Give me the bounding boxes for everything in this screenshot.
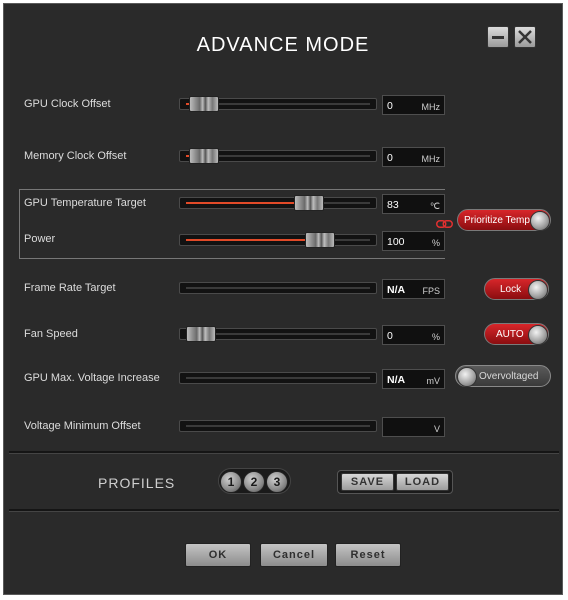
gpu-voltage-slider [179, 372, 377, 384]
close-button[interactable] [514, 26, 536, 48]
gpu-clock-slider[interactable] [179, 96, 377, 112]
memory-clock-value: 0 [387, 152, 393, 164]
save-button[interactable]: SAVE [341, 473, 394, 491]
auto-label: AUTO [496, 329, 524, 340]
overvoltaged-toggle[interactable]: Overvoltaged [455, 365, 551, 387]
cancel-button[interactable]: Cancel [260, 543, 328, 567]
gpu-temp-value-field[interactable]: 83 ℃ [382, 194, 445, 214]
minimize-button[interactable] [487, 26, 509, 48]
power-value-field[interactable]: 100 % [382, 231, 445, 251]
link-icon[interactable] [436, 220, 453, 228]
gpu-voltage-label: GPU Max. Voltage Increase [24, 372, 160, 384]
reset-button[interactable]: Reset [335, 543, 401, 567]
auto-fan-toggle[interactable]: AUTO [484, 323, 549, 345]
fan-speed-label: Fan Speed [24, 328, 78, 340]
voltage-min-track [186, 425, 370, 427]
power-slider[interactable] [179, 232, 377, 248]
gpu-temp-slider[interactable] [179, 195, 377, 211]
fan-speed-thumb[interactable] [186, 326, 216, 342]
gpu-voltage-unit: mV [426, 376, 441, 386]
gpu-clock-thumb[interactable] [189, 96, 219, 112]
ok-button[interactable]: OK [185, 543, 251, 567]
save-load-group: SAVE LOAD [337, 470, 453, 494]
memory-clock-label: Memory Clock Offset [24, 150, 127, 162]
memory-clock-unit: MHz [421, 154, 441, 164]
fan-speed-slider[interactable] [179, 326, 377, 342]
frame-rate-value: N/A [387, 284, 406, 296]
temp-power-link-bracket-bottom [19, 258, 445, 259]
power-fill [186, 239, 309, 241]
fan-speed-value: 0 [387, 330, 393, 342]
frame-rate-slider [179, 282, 377, 294]
fan-speed-value-field[interactable]: 0 % [382, 325, 445, 345]
gpu-clock-label: GPU Clock Offset [24, 98, 111, 110]
window-title: ADVANCE MODE [196, 34, 370, 56]
voltage-min-value-field[interactable]: V [382, 417, 445, 437]
gpu-voltage-value-field[interactable]: N/A mV [382, 369, 445, 389]
prioritize-temp-toggle[interactable]: Prioritize Temp. [457, 209, 551, 231]
profiles-label: PROFILES [98, 475, 176, 491]
power-label: Power [24, 233, 56, 245]
memory-clock-slider[interactable] [179, 148, 377, 164]
frame-rate-track [186, 287, 370, 289]
overvoltaged-label: Overvoltaged [479, 371, 539, 382]
gpu-clock-value: 0 [387, 100, 393, 112]
fan-speed-unit: % [431, 332, 440, 342]
profile-slot-2-button[interactable]: 2 [243, 471, 265, 493]
voltage-min-unit: V [433, 424, 440, 434]
prioritize-temp-label: Prioritize Temp. [464, 215, 533, 226]
lock-label: Lock [500, 284, 522, 295]
power-value: 100 [387, 236, 405, 248]
prioritize-temp-knob [530, 211, 550, 231]
gpu-clock-value-field[interactable]: 0 MHz [382, 95, 445, 115]
profile-slot-3-button[interactable]: 3 [266, 471, 288, 493]
gpu-voltage-value: N/A [387, 374, 406, 386]
frame-rate-unit: FPS [422, 286, 440, 296]
gpu-temp-label: GPU Temperature Target [24, 197, 146, 209]
minimize-icon [492, 36, 504, 39]
voltage-min-label: Voltage Minimum Offset [24, 420, 141, 432]
profile-slot-1-button[interactable]: 1 [220, 471, 242, 493]
divider-bottom [9, 509, 559, 512]
memory-clock-value-field[interactable]: 0 MHz [382, 147, 445, 167]
gpu-clock-unit: MHz [421, 102, 441, 112]
close-icon [518, 30, 532, 44]
frame-rate-label: Frame Rate Target [24, 282, 116, 294]
memory-clock-thumb[interactable] [189, 148, 219, 164]
frame-rate-value-field[interactable]: N/A FPS [382, 279, 445, 299]
lock-toggle[interactable]: Lock [484, 278, 549, 300]
auto-knob [528, 325, 548, 345]
advance-mode-window: ADVANCE MODE GPU Clock Offset 0 MHz Memo… [3, 3, 563, 595]
gpu-temp-unit: ℃ [429, 201, 440, 211]
lock-knob [528, 280, 548, 300]
gpu-temp-value: 83 [387, 199, 399, 211]
power-unit: % [431, 238, 440, 248]
voltage-min-slider [179, 420, 377, 432]
power-thumb[interactable] [305, 232, 335, 248]
divider-top [9, 451, 559, 454]
overvoltaged-knob [457, 367, 477, 387]
gpu-temp-thumb[interactable] [294, 195, 324, 211]
gpu-temp-fill [186, 202, 298, 204]
gpu-voltage-track [186, 377, 370, 379]
load-button[interactable]: LOAD [396, 473, 449, 491]
